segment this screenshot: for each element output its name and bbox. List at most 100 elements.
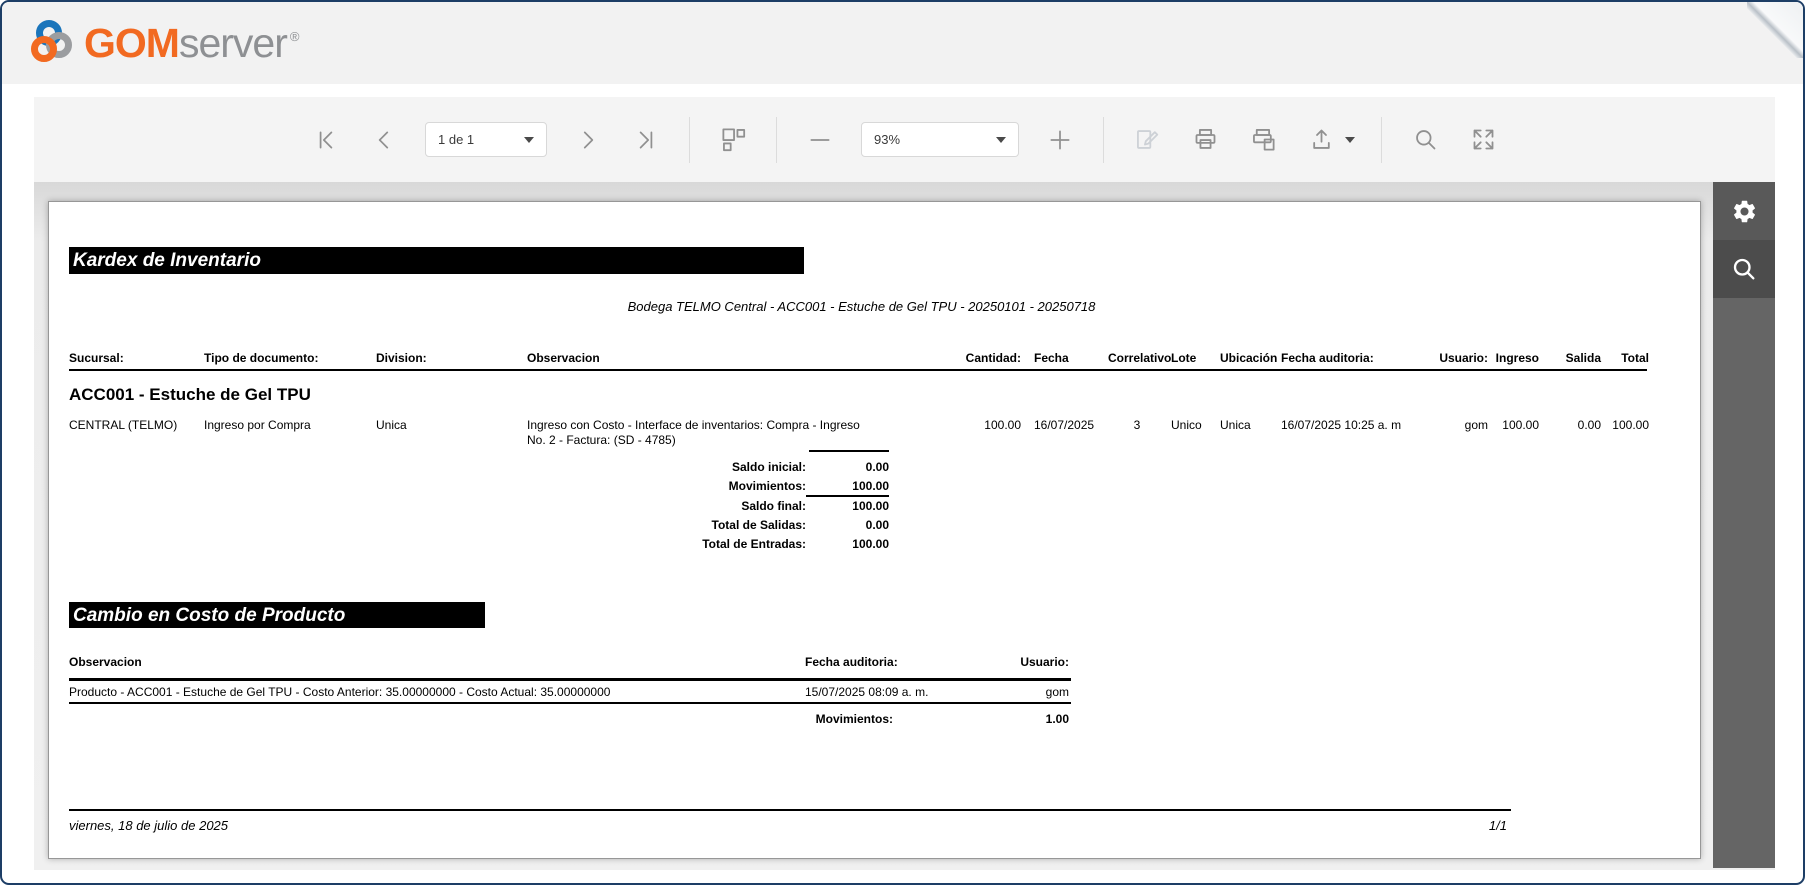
page-curl-decoration — [1747, 2, 1803, 58]
summary-value: 100.00 — [852, 479, 889, 493]
movimientos-total-label: Movimientos: — [815, 712, 893, 726]
page-layout-icon — [721, 128, 745, 152]
cell-correlativo: 3 — [1133, 418, 1141, 432]
report-page: Kardex de Inventario Bodega TELMO Centra… — [48, 201, 1701, 859]
summary-value: 0.00 — [865, 460, 889, 474]
col-header-usuario2: Usuario: — [1020, 655, 1069, 669]
cell-lote: Unico — [1171, 418, 1202, 432]
col-header-tipo-documento: Tipo de documento: — [204, 351, 319, 365]
zoom-select[interactable]: 93% — [861, 122, 1019, 157]
first-page-icon — [319, 131, 333, 148]
section-title-cambio-costo: Cambio en Costo de Producto — [69, 602, 485, 628]
cell-cantidad: 100.00 — [984, 418, 1021, 432]
col-header-division: Division: — [376, 351, 427, 365]
logo-text-server: server — [178, 19, 288, 66]
logo-knot-icon — [31, 20, 72, 62]
footer-date: viernes, 18 de julio de 2025 — [69, 818, 229, 833]
footer-page-indicator: 1/1 — [1488, 818, 1507, 833]
first-page-button[interactable] — [309, 123, 343, 157]
summary-value: 100.00 — [852, 537, 889, 551]
summary-label: Movimientos: — [728, 479, 806, 493]
cell-usuario: gom — [1464, 418, 1488, 432]
col-header-usuario: Usuario: — [1439, 351, 1488, 365]
page-select[interactable]: 1 de 1 — [425, 122, 547, 157]
cell-fecha-auditoria: 16/07/2025 10:25 a. m — [1281, 418, 1402, 432]
print-button[interactable] — [1188, 123, 1222, 157]
toolbar-separator — [1381, 116, 1382, 163]
report-viewer-area: Kardex de Inventario Bodega TELMO Centra… — [34, 182, 1775, 870]
cell-total: 100.00 — [1612, 418, 1649, 432]
registered-mark: ® — [289, 28, 300, 44]
col-header-ubicacion: Ubicación — [1220, 351, 1278, 365]
col-header-observacion: Observacion — [527, 351, 600, 365]
toolbar-separator — [1103, 116, 1104, 163]
summary-value: 100.00 — [852, 499, 889, 513]
export-control[interactable] — [1304, 123, 1355, 157]
export-button[interactable] — [1304, 123, 1338, 157]
gear-icon — [1733, 200, 1755, 222]
zoom-out-button[interactable] — [803, 123, 837, 157]
edit-parameters-icon — [1136, 130, 1158, 149]
print-icon — [1195, 129, 1215, 149]
col-header-observacion2: Observacion — [69, 655, 142, 669]
col-header-total: Total — [1621, 351, 1649, 365]
logo-text-gom: GOM — [84, 19, 180, 66]
fullscreen-button[interactable] — [1466, 123, 1500, 157]
page-layout-toggle-button[interactable] — [716, 123, 750, 157]
last-page-icon — [639, 131, 653, 148]
summary-label: Total de Salidas: — [711, 518, 806, 532]
cell-fecha-auditoria2: 15/07/2025 08:09 a. m. — [805, 685, 929, 699]
fullscreen-icon — [1473, 129, 1493, 150]
col-header-salida: Salida — [1565, 351, 1601, 365]
col-header-sucursal: Sucursal: — [69, 351, 124, 365]
app-window: GOM server ® 1 de 1 93% Kardex de Invent… — [0, 0, 1805, 885]
col-header-fecha: Fecha — [1034, 351, 1069, 365]
cell-tipo: Ingreso por Compra — [204, 418, 311, 432]
chevron-down-icon — [524, 136, 534, 143]
cell-sucursal: CENTRAL (TELMO) — [69, 418, 178, 432]
print-page-setup-button[interactable] — [1246, 123, 1280, 157]
col-header-ingreso: Ingreso — [1495, 351, 1539, 365]
col-header-fecha-auditoria: Fecha auditoria: — [1281, 351, 1374, 365]
toolbar-separator — [689, 116, 690, 163]
gomserver-logo: GOM server ® — [28, 16, 299, 70]
export-icon — [1312, 129, 1330, 149]
zoom-in-button[interactable] — [1043, 123, 1077, 157]
col-header-lote: Lote — [1171, 351, 1197, 365]
summary-label: Saldo inicial: — [731, 460, 806, 474]
report-subtitle: Bodega TELMO Central - ACC001 - Estuche … — [627, 299, 1096, 314]
col-header-correlativo: Correlativo — [1108, 351, 1172, 365]
previous-page-button[interactable] — [367, 123, 401, 157]
search-button[interactable] — [1408, 123, 1442, 157]
toolbar-separator — [776, 116, 777, 163]
app-header: GOM server ® — [2, 2, 1803, 84]
next-page-icon — [583, 131, 594, 148]
report-toolbar: 1 de 1 93% — [34, 97, 1775, 182]
toolbar-region: 1 de 1 93% — [34, 97, 1775, 182]
summary-label: Saldo final: — [741, 499, 806, 513]
edit-parameters-button[interactable] — [1130, 123, 1164, 157]
product-group-title: ACC001 - Estuche de Gel TPU — [69, 385, 311, 404]
col-header-fecha-auditoria2: Fecha auditoria: — [805, 655, 898, 669]
next-page-button[interactable] — [571, 123, 605, 157]
side-search-button[interactable] — [1713, 240, 1775, 298]
previous-page-icon — [378, 131, 389, 148]
summary-subtotal-rule — [806, 495, 889, 497]
col-header-cantidad: Cantidad: — [965, 351, 1021, 365]
side-menu — [1713, 182, 1775, 868]
chevron-down-icon[interactable] — [1345, 136, 1355, 143]
search-icon — [1733, 258, 1755, 280]
search-icon — [1415, 130, 1435, 150]
summary-label: Total de Entradas: — [702, 537, 806, 551]
table2-bottom-rule — [69, 702, 1071, 704]
chevron-down-icon — [996, 136, 1006, 143]
zoom-in-icon — [1050, 129, 1070, 150]
cell-observacion: Ingreso con Costo - Interface de inventa… — [527, 418, 860, 447]
footer-rule — [69, 809, 1511, 811]
page-settings-button[interactable] — [1713, 182, 1775, 240]
last-page-button[interactable] — [629, 123, 663, 157]
section-title-kardex: Kardex de Inventario — [69, 247, 804, 274]
cell-salida: 0.00 — [1577, 418, 1601, 432]
zoom-out-icon — [810, 138, 830, 141]
summary-value: 0.00 — [865, 518, 889, 532]
